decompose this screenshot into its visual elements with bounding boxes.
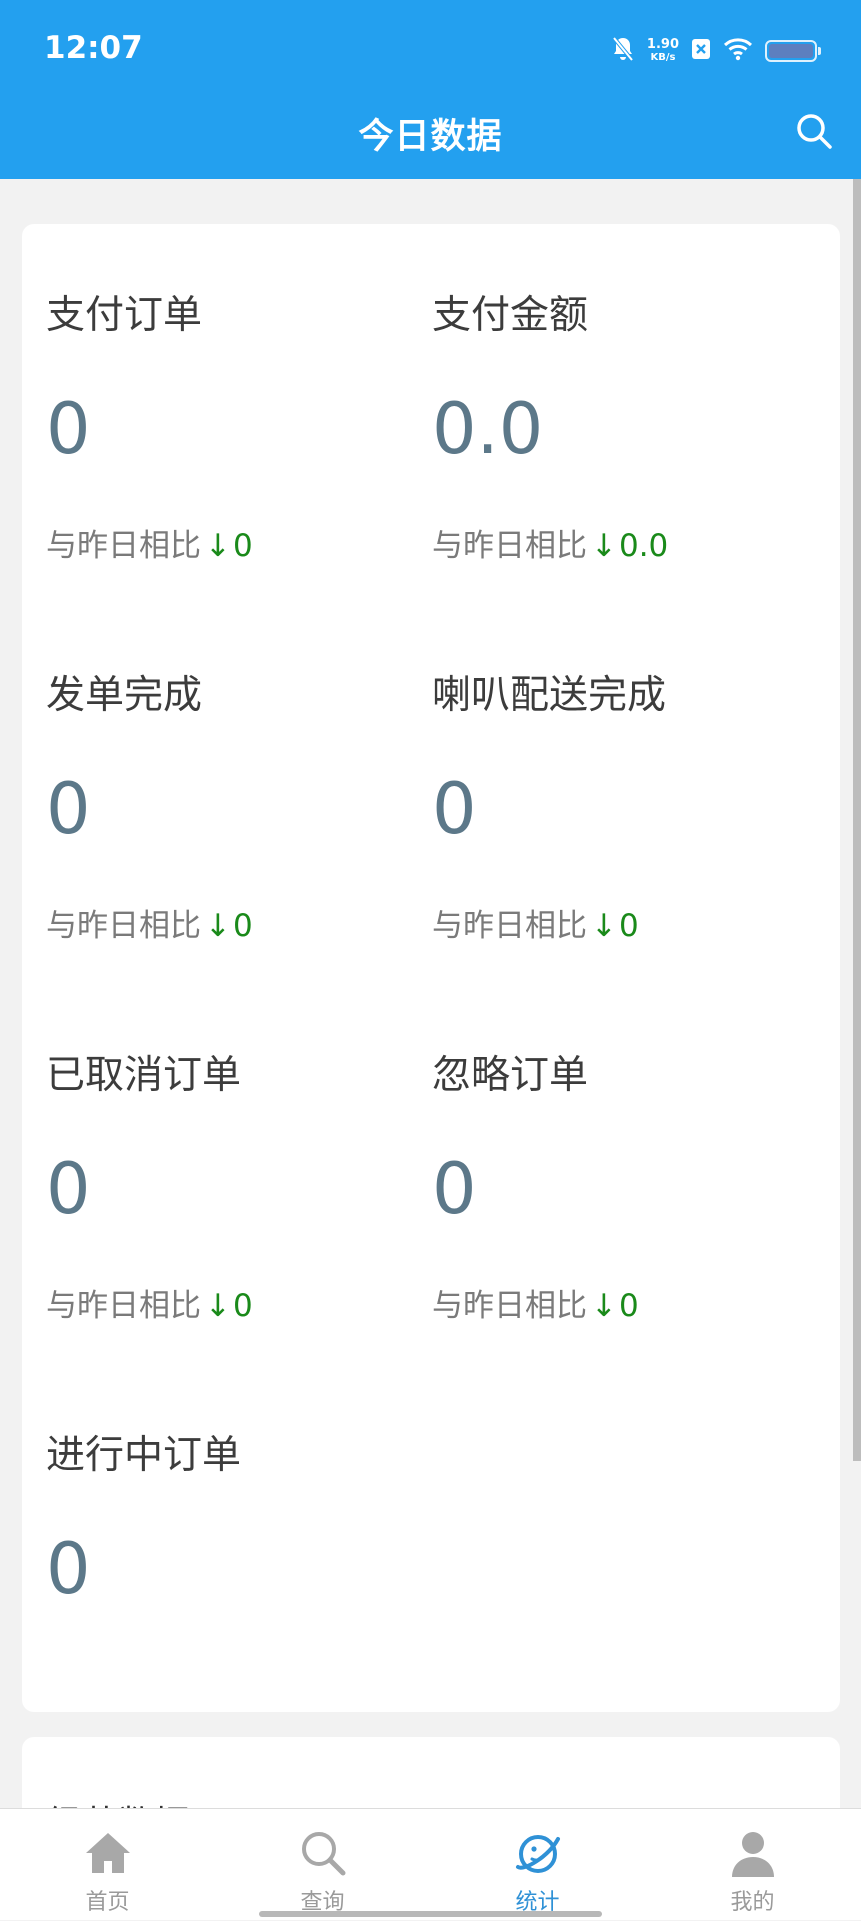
stat-value: 0 (432, 768, 477, 850)
stat-compare: 与昨日相比 ↓0 (46, 1280, 253, 1325)
down-arrow-icon: ↓ (205, 908, 231, 944)
net-speed-unit: KB/s (650, 52, 676, 63)
bottom-tab-bar: 首页 查询 统计 我的 (0, 1808, 861, 1920)
search-button[interactable] (789, 106, 839, 156)
compare-label: 与昨日相比 (432, 528, 587, 564)
business-data-card[interactable]: 经营数据 › (22, 1737, 840, 1808)
stat-compare: 与昨日相比 ↓0 (432, 1280, 639, 1325)
stat-label: 支付订单 (46, 293, 203, 338)
down-arrow-icon: ↓ (591, 908, 617, 944)
stat-label: 支付金额 (432, 293, 589, 338)
stat-value: 0 (46, 1148, 91, 1230)
tab-statistics[interactable]: 统计 (430, 1809, 645, 1921)
home-icon (85, 1833, 130, 1873)
stat-value: 0 (46, 1528, 91, 1610)
stat-compare: 与昨日相比 ↓0.0 (432, 520, 668, 565)
compare-label: 与昨日相比 (46, 1288, 201, 1324)
compare-change: 0 (618, 1288, 639, 1324)
content-area[interactable]: 支付订单 0 与昨日相比 ↓0 支付金额 0.0 与昨日相比 ↓0.0 发单完成 0… (0, 179, 861, 1808)
stat-label: 发单完成 (46, 673, 203, 718)
stat-label: 忽略订单 (432, 1053, 589, 1098)
search-icon (797, 114, 832, 149)
sim-x-icon (691, 38, 711, 64)
status-icons: 1.90 KB/s (611, 32, 821, 70)
compare-change: 0 (618, 908, 639, 944)
stat-compare: 与昨日相比 ↓0 (46, 520, 253, 565)
compare-label: 与昨日相比 (432, 1288, 587, 1324)
stat-compare: 与昨日相比 ↓0 (46, 900, 253, 945)
planet-icon (515, 1835, 560, 1873)
battery-icon (765, 40, 821, 62)
chevron-right-icon: › (786, 1795, 800, 1808)
page-title: 今日数据 (358, 117, 503, 157)
person-icon (731, 1832, 774, 1877)
status-time: 12:07 (44, 30, 143, 66)
home-indicator[interactable] (259, 1911, 602, 1917)
tab-mine[interactable]: 我的 (645, 1809, 860, 1921)
stat-value: 0 (432, 1148, 477, 1230)
stat-label: 进行中订单 (46, 1433, 242, 1478)
net-speed: 1.90 KB/s (647, 38, 679, 64)
tab-search[interactable]: 查询 (215, 1809, 430, 1921)
stat-value: 0 (46, 388, 91, 470)
stat-label: 喇叭配送完成 (432, 673, 667, 718)
compare-change: 0 (232, 528, 253, 564)
app-header: 今日数据 (0, 100, 861, 179)
scrollbar[interactable] (853, 179, 861, 1461)
stat-value: 0 (46, 768, 91, 850)
stat-value: 0.0 (432, 388, 544, 470)
tab-label: 我的 (730, 1890, 775, 1915)
compare-label: 与昨日相比 (46, 528, 201, 564)
wifi-icon (723, 37, 753, 65)
down-arrow-icon: ↓ (205, 1288, 231, 1324)
down-arrow-icon: ↓ (205, 528, 231, 564)
compare-label: 与昨日相比 (46, 908, 201, 944)
business-data-title: 经营数据 (46, 1795, 190, 1808)
net-speed-value: 1.90 (646, 37, 679, 52)
status-bar: 12:07 1.90 KB/s (0, 0, 861, 100)
compare-label: 与昨日相比 (432, 908, 587, 944)
compare-change: 0 (232, 1288, 253, 1324)
search-icon (301, 1832, 345, 1876)
tab-home[interactable]: 首页 (0, 1809, 215, 1921)
today-stats-card: 支付订单 0 与昨日相比 ↓0 支付金额 0.0 与昨日相比 ↓0.0 发单完成 0… (22, 224, 840, 1712)
down-arrow-icon: ↓ (591, 1288, 617, 1324)
tab-label: 首页 (85, 1890, 130, 1915)
stat-compare: 与昨日相比 ↓0 (432, 900, 639, 945)
bell-muted-icon (611, 36, 635, 66)
down-arrow-icon: ↓ (591, 528, 617, 564)
stat-label: 已取消订单 (46, 1053, 242, 1098)
compare-change: 0.0 (618, 528, 669, 564)
compare-change: 0 (232, 908, 253, 944)
